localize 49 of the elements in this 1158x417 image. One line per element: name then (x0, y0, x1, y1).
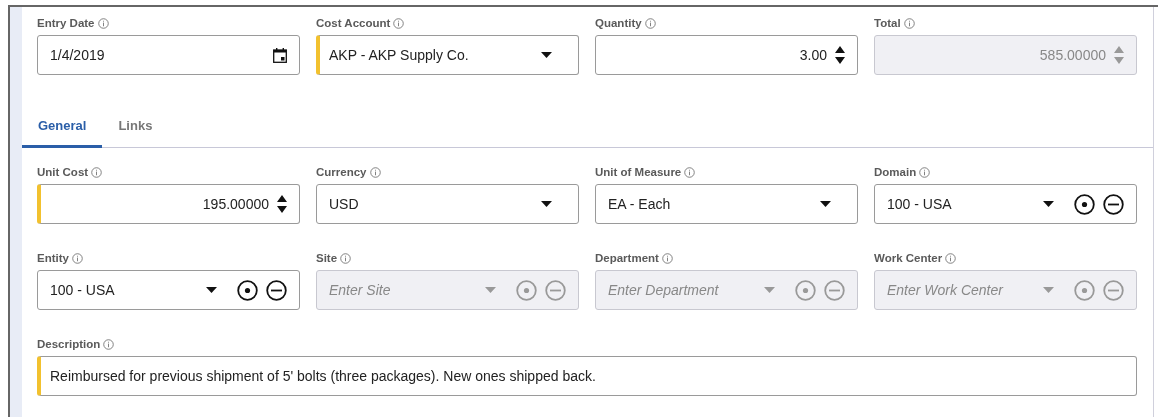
info-icon[interactable] (71, 252, 83, 264)
info-icon[interactable] (684, 166, 696, 178)
field-label: Entity (37, 252, 69, 264)
caret-icon[interactable] (1043, 201, 1054, 207)
info-icon[interactable] (393, 17, 405, 29)
info-icon[interactable] (103, 338, 115, 350)
field-label: Department (595, 252, 659, 264)
dropdown-field[interactable]: USD (316, 184, 579, 224)
caret-icon[interactable] (541, 201, 552, 207)
tab[interactable]: General (22, 107, 103, 148)
spinner-icon[interactable] (835, 46, 845, 64)
spinner-icon[interactable] (277, 195, 287, 213)
info-icon[interactable] (919, 166, 931, 178)
field-label: Description (37, 338, 101, 350)
number-field[interactable]: 195.00000 (37, 184, 300, 224)
target-icon[interactable] (237, 279, 258, 301)
calendar-icon[interactable] (273, 47, 287, 63)
dropdown-field[interactable]: EA - Each (595, 184, 858, 224)
date-field[interactable]: 1/4/2019 (37, 35, 300, 75)
info-icon[interactable] (661, 252, 673, 264)
dropdown-field[interactable]: 100 - USA (874, 184, 1137, 224)
caret-icon[interactable] (820, 201, 831, 207)
info-icon[interactable] (903, 17, 915, 29)
field-label: Quantity (595, 17, 642, 29)
info-icon[interactable] (91, 166, 103, 178)
dropdown-field[interactable]: 100 - USA (37, 270, 300, 310)
field-label: Total (874, 17, 901, 29)
tab[interactable]: Links (102, 107, 169, 148)
target-icon[interactable] (1074, 193, 1095, 215)
caret-icon[interactable] (541, 52, 552, 58)
field-label: Entry Date (37, 17, 95, 29)
dropdown-field[interactable]: Reimbursed for previous shipment of 5' bolts (three packages). New ones shipped back. (37, 356, 1137, 396)
info-icon[interactable] (369, 166, 381, 178)
minus-circle-icon[interactable] (266, 279, 287, 301)
minus-circle-icon[interactable] (1103, 193, 1124, 215)
field-label: Site (316, 252, 338, 264)
caret-icon[interactable] (206, 287, 217, 293)
info-icon[interactable] (97, 17, 109, 29)
number-field[interactable]: 3.00 (595, 35, 858, 75)
field-label: Currency (316, 166, 367, 178)
field-label: Cost Account (316, 17, 391, 29)
info-icon[interactable] (945, 252, 957, 264)
info-icon[interactable] (644, 17, 656, 29)
field-label: Unit of Measure (595, 166, 682, 178)
info-icon[interactable] (340, 252, 352, 264)
dropdown-field[interactable]: AKP - AKP Supply Co. (316, 35, 579, 75)
field-label: Unit Cost (37, 166, 89, 178)
field-label: Work Center (874, 252, 943, 264)
field-label: Domain (874, 166, 917, 178)
